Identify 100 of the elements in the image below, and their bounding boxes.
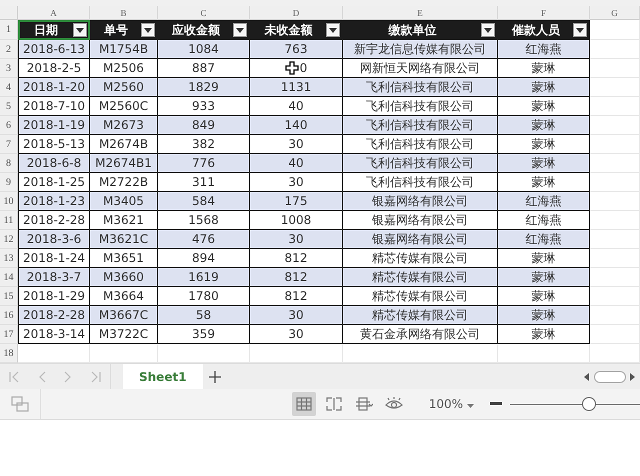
table-cell: 933 [158,97,250,116]
table-cell: 飞利信科技有限公司 [343,173,498,192]
table-cell: 894 [158,249,250,268]
table-cell: 2018-7-10 [18,97,90,116]
row-number[interactable]: 3 [0,59,18,78]
table-cell: M3664 [90,287,158,306]
column-header[interactable]: A [18,6,90,20]
column-header[interactable]: C [158,6,250,20]
row-number[interactable]: 17 [0,325,18,344]
table-cell: 849 [158,116,250,135]
filter-dropdown-icon[interactable] [573,23,587,37]
table-cell: 763 [250,40,343,59]
column-header[interactable]: G [590,6,640,20]
table-cell: 蒙琳 [498,268,590,287]
row-number[interactable]: 7 [0,135,18,154]
filter-dropdown-icon[interactable] [73,23,87,37]
header-cell[interactable]: 应收金额 [158,20,250,40]
grid-cell [590,325,640,344]
table-cell: 2018-5-13 [18,135,90,154]
sheet-tab[interactable]: Sheet1 [123,364,203,389]
table-cell: 2018-1-20 [18,78,90,97]
header-cell[interactable]: 单号 [90,20,158,40]
row-number[interactable]: 1 [0,20,18,40]
table-cell: 30 [250,173,343,192]
row-number[interactable]: 16 [0,306,18,325]
filter-dropdown-icon[interactable] [326,23,340,37]
row-number[interactable]: 11 [0,211,18,230]
table-cell: 飞利信科技有限公司 [343,154,498,173]
table-cell: M2673 [90,116,158,135]
table-cell: 2018-1-29 [18,287,90,306]
table-cell: 2018-3-14 [18,325,90,344]
grid-icon [296,397,312,411]
table-cell: 1619 [158,268,250,287]
view-mode-button[interactable] [292,392,316,416]
row-number[interactable]: 9 [0,173,18,192]
grid-cell [590,192,640,211]
grid-cell [590,97,640,116]
table-cell: M3651 [90,249,158,268]
plus-icon [208,370,221,382]
header-label: 未收金额 [264,22,312,38]
table-cell: 红海燕 [498,211,590,230]
table-cell: 175 [250,192,343,211]
header-cell[interactable]: 日期 [18,20,90,40]
table-cell: 40 [250,97,343,116]
table-cell: 140 [250,116,343,135]
row-number[interactable]: 5 [0,97,18,116]
cursor-icon [284,61,299,75]
row-number[interactable]: 12 [0,230,18,249]
table-cell: 飞利信科技有限公司 [343,135,498,154]
table-cell: 银嘉网络有限公司 [343,230,498,249]
column-header[interactable]: E [343,6,498,20]
eye-icon [384,397,403,411]
table-cell: 红海燕 [498,230,590,249]
column-header[interactable]: B [90,6,158,20]
filter-dropdown-icon[interactable] [481,23,495,37]
filter-dropdown-icon[interactable] [233,23,247,37]
table-cell: M2560 [90,78,158,97]
table-cell: 蒙琳 [498,325,590,344]
grid-cell [590,211,640,230]
scrollbar-thumb[interactable] [594,370,626,382]
row-number[interactable]: 8 [0,154,18,173]
table-cell: 1568 [158,211,250,230]
table-cell: 蒙琳 [498,97,590,116]
row-number[interactable]: 15 [0,287,18,306]
header-cell[interactable]: 催款人员 [498,20,590,40]
table-cell: 812 [250,268,343,287]
column-header[interactable]: F [498,6,590,20]
table-cell: 40 [250,154,343,173]
grid-cell [590,59,640,78]
row-number[interactable]: 2 [0,40,18,59]
header-label: 应收金额 [172,22,220,38]
table-cell: M2674B [90,135,158,154]
filter-dropdown-icon[interactable] [141,23,155,37]
table-cell: 飞利信科技有限公司 [343,78,498,97]
scroll-right-icon[interactable] [630,372,636,380]
header-cell[interactable]: 未收金额 [250,20,343,40]
table-cell: 蒙琳 [498,173,590,192]
table-cell: 红海燕 [498,40,590,59]
row-number[interactable]: 13 [0,249,18,268]
table-cell: 黄石金承网络有限公司 [343,325,498,344]
table-cell: 网新恒天网络有限公司 [343,59,498,78]
zoom-dropdown[interactable]: 100% [422,396,480,412]
grid-cell [590,116,640,135]
table-cell: 精芯传媒有限公司 [343,306,498,325]
grid-cell [590,287,640,306]
zoom-out-icon[interactable] [490,402,502,406]
row-number[interactable]: 18 [0,344,18,363]
row-number[interactable]: 4 [0,78,18,97]
row-number[interactable]: 6 [0,116,18,135]
table-cell: 2018-6-13 [18,40,90,59]
table-cell: 蒙琳 [498,59,590,78]
zoom-slider-thumb[interactable] [582,397,596,411]
table-cell: 2018-1-24 [18,249,90,268]
header-cell[interactable]: 缴款单位 [343,20,498,40]
table-cell: 1829 [158,78,250,97]
column-header[interactable]: D [250,6,343,20]
scroll-left-icon[interactable] [584,372,590,380]
row-number[interactable]: 10 [0,192,18,211]
row-number[interactable]: 14 [0,268,18,287]
table-cell: 2018-1-25 [18,173,90,192]
